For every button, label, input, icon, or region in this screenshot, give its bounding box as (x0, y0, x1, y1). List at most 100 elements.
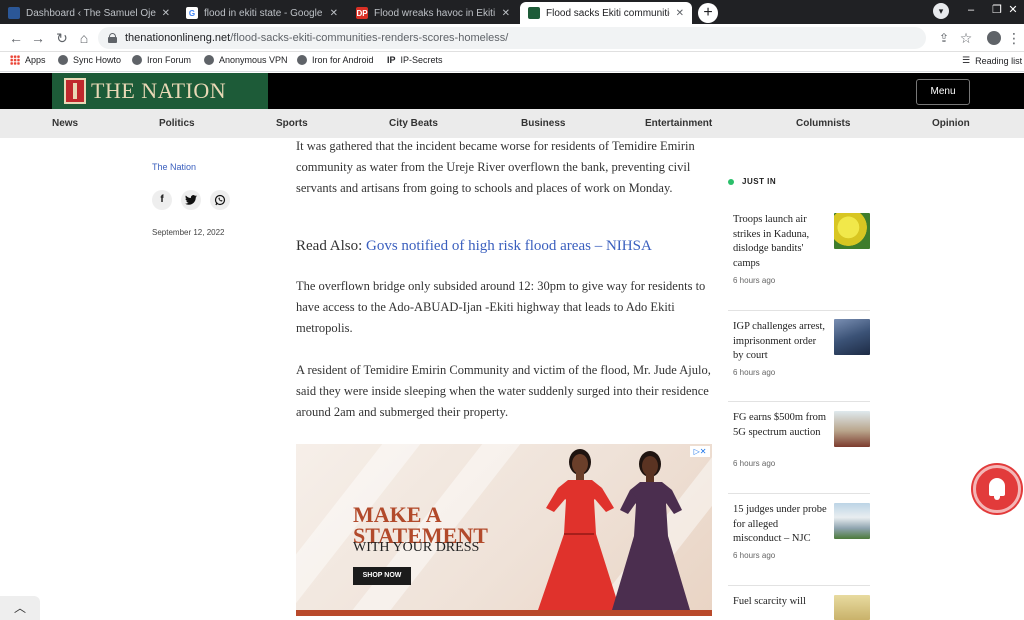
story-thumbnail[interactable] (834, 503, 870, 539)
nav-sports[interactable]: Sports (276, 118, 308, 129)
story-thumbnail[interactable] (834, 213, 870, 249)
ad-subline: WITH YOUR DRESS (353, 540, 480, 555)
advertisement-banner[interactable]: MAKE A STATEMENT WITH YOUR DRESS SHOP NO… (296, 444, 712, 616)
url-path: /flood-sacks-ekiti-communities-renders-s… (230, 32, 509, 44)
nav-business[interactable]: Business (521, 118, 565, 129)
home-icon[interactable]: ⌂ (74, 28, 94, 48)
back-arrow-icon[interactable]: ← (6, 28, 26, 48)
ip-icon: IP (387, 55, 396, 65)
story-headline[interactable]: 15 judges under probe for alleged miscon… (733, 503, 829, 547)
just-in-heading: JUST IN (728, 177, 776, 186)
tab-title: Dashboard ‹ The Samuel Ojekwe (26, 7, 156, 19)
profile-download-icon[interactable]: ▾ (928, 0, 954, 22)
story-time: 6 hours ago (733, 276, 776, 285)
star-bookmark-icon[interactable]: ☆ (956, 28, 976, 48)
article-paragraph: It was gathered that the incident became… (296, 139, 695, 195)
address-bar[interactable]: thenationonlineng.net/flood-sacks-ekiti-… (98, 27, 926, 49)
bookmark-anonymous-vpn[interactable]: Anonymous VPN (204, 55, 288, 65)
globe-icon (204, 55, 214, 65)
read-also-label: Read Also: (296, 238, 363, 254)
close-icon[interactable]: ✕ (502, 8, 510, 19)
sidebar-story[interactable]: Troops launch air strikes in Kaduna, dis… (728, 213, 870, 293)
site-logo[interactable]: THE NATION (52, 73, 268, 109)
article-source[interactable]: The Nation (152, 162, 196, 172)
reading-list-icon: ☰ (962, 55, 971, 65)
story-headline[interactable]: IGP challenges arrest, imprisonment orde… (733, 320, 829, 364)
story-divider (728, 310, 870, 311)
story-headline[interactable]: Troops launch air strikes in Kaduna, dis… (733, 213, 829, 271)
just-in-label: JUST IN (742, 177, 777, 186)
scroll-up-chevron-icon[interactable]: ︿ (0, 596, 40, 620)
share-icon[interactable]: ⇪ (934, 28, 954, 48)
logo-emblem-icon (64, 78, 86, 104)
sidebar-story[interactable]: IGP challenges arrest, imprisonment orde… (728, 310, 870, 390)
whatsapp-share-icon[interactable] (210, 190, 230, 210)
nav-politics[interactable]: Politics (159, 118, 195, 129)
nav-opinion[interactable]: Opinion (932, 118, 970, 129)
facebook-share-icon[interactable]: f (152, 190, 172, 210)
bookmark-apps[interactable]: Apps (10, 55, 46, 65)
story-thumbnail[interactable] (834, 319, 870, 355)
live-dot-icon (728, 178, 734, 185)
sidebar-story[interactable]: 15 judges under probe for alleged miscon… (728, 493, 870, 573)
lock-icon (108, 33, 117, 43)
minimize-icon[interactable]: – (958, 0, 984, 22)
browser-tab-2[interactable]: G flood in ekiti state - Google Sear ✕ (178, 2, 346, 24)
bookmark-label: Iron Forum (147, 55, 192, 65)
bell-icon (989, 478, 1005, 496)
url-host: thenationonlineng.net (125, 32, 231, 44)
apps-grid-icon (10, 55, 20, 65)
sidebar-story[interactable]: Fuel scarcity will (728, 585, 870, 620)
nav-city-beats[interactable]: City Beats (389, 118, 438, 129)
close-icon[interactable]: ✕ (676, 8, 684, 19)
new-tab-button[interactable]: + (698, 3, 718, 23)
profile-avatar-icon[interactable] (984, 28, 1004, 48)
tab-title: Flood wreaks havoc in Ekiti comm (374, 7, 496, 19)
close-icon[interactable]: ✕ (162, 8, 170, 19)
nav-entertainment[interactable]: Entertainment (645, 118, 712, 129)
globe-icon (58, 55, 68, 65)
shop-now-button[interactable]: SHOP NOW (353, 567, 411, 585)
bookmark-ip-secrets[interactable]: IP IP-Secrets (387, 55, 443, 65)
browser-tab-1[interactable]: Dashboard ‹ The Samuel Ojekwe ✕ (0, 2, 178, 24)
reading-list-button[interactable]: ☰ Reading list (962, 55, 1022, 66)
twitter-share-icon[interactable] (181, 190, 201, 210)
story-divider (728, 401, 870, 402)
category-nav: News Politics Sports City Beats Business… (0, 109, 1024, 138)
dashboard-favicon-icon (8, 7, 20, 19)
bookmark-iron-forum[interactable]: Iron Forum (132, 55, 191, 65)
bookmark-label: IP-Secrets (400, 55, 443, 65)
bookmark-sync-howto[interactable]: Sync Howto (58, 55, 121, 65)
close-icon[interactable]: ✕ (330, 8, 338, 19)
tab-title: flood in ekiti state - Google Sear (204, 7, 324, 19)
forward-arrow-icon[interactable]: → (28, 28, 48, 48)
read-also-link[interactable]: Govs notified of high risk flood areas –… (366, 238, 652, 254)
reading-list-label: Reading list (975, 55, 1023, 66)
story-thumbnail[interactable] (834, 595, 870, 620)
story-time: 6 hours ago (733, 551, 776, 560)
bookmarks-bar: Apps Sync Howto Iron Forum Anonymous VPN… (0, 52, 1024, 72)
story-headline[interactable]: Fuel scarcity will (733, 595, 829, 610)
kebab-menu-icon[interactable]: ⋮ (1004, 28, 1024, 48)
news-favicon-icon: DP (356, 7, 368, 19)
window-close-icon[interactable]: ✕ (1000, 0, 1024, 22)
browser-tab-3[interactable]: DP Flood wreaks havoc in Ekiti comm ✕ (348, 2, 518, 24)
ad-footer-bar (296, 610, 712, 616)
story-headline[interactable]: FG earns $500m from 5G spectrum auction (733, 411, 829, 440)
sidebar-story[interactable]: FG earns $500m from 5G spectrum auction … (728, 401, 870, 481)
bookmark-label: Anonymous VPN (219, 55, 288, 65)
story-thumbnail[interactable] (834, 411, 870, 447)
browser-tab-strip: Dashboard ‹ The Samuel Ojekwe ✕ G flood … (0, 0, 1024, 24)
notification-bell-button[interactable] (973, 465, 1021, 513)
nav-news[interactable]: News (52, 118, 78, 129)
globe-icon (132, 55, 142, 65)
article-paragraph: The overflown bridge only subsided aroun… (296, 279, 706, 335)
bookmark-label: Iron for Android (312, 55, 374, 65)
nav-columnists[interactable]: Columnists (796, 118, 850, 129)
bookmark-iron-for-android[interactable]: Iron for Android (297, 55, 374, 65)
the-nation-favicon-icon (528, 7, 540, 19)
bookmark-label: Sync Howto (73, 55, 122, 65)
reload-icon[interactable]: ↻ (52, 28, 72, 48)
browser-tab-4-active[interactable]: Flood sacks Ekiti communities, re ✕ (520, 2, 692, 24)
menu-button[interactable]: Menu (916, 79, 970, 105)
